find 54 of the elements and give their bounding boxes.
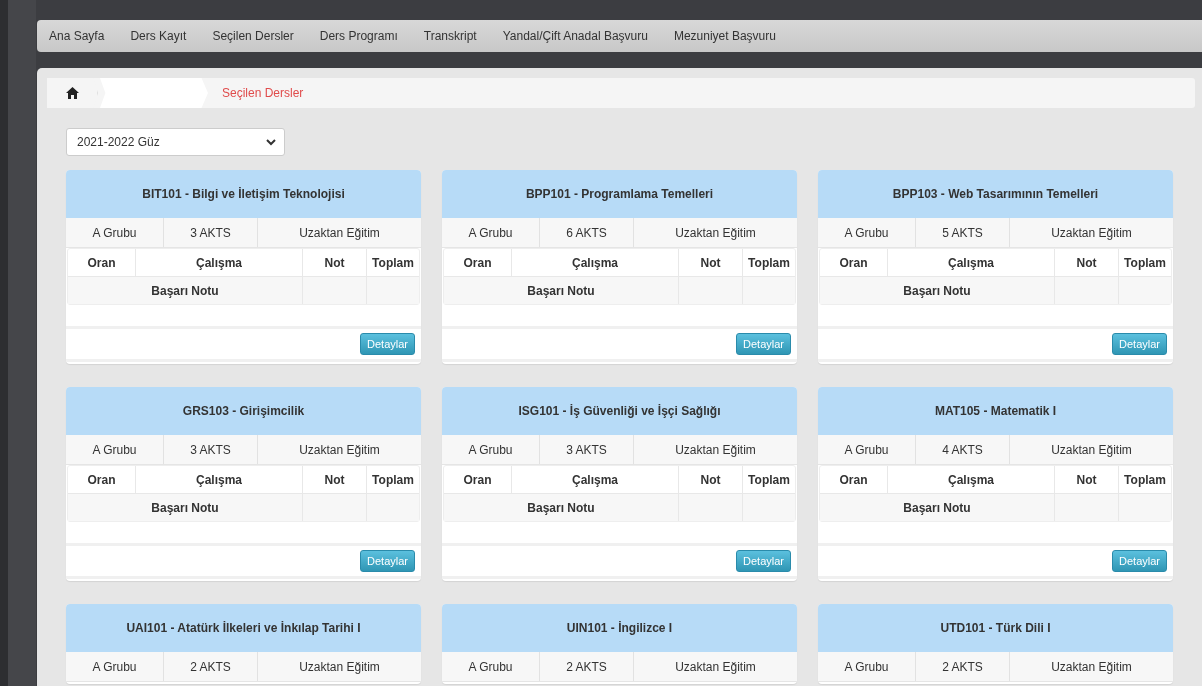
breadcrumb-current: Seçilen Dersler [222,86,304,100]
nav-link[interactable]: Seçilen Dersler [199,29,307,43]
nav-link[interactable]: Transkript [410,29,490,43]
summary-label: Başarı Notu [820,277,1055,304]
credits-cell: 2 AKTS [164,652,258,681]
course-title: GRS103 - Girişimcilik [66,387,421,435]
course-title: UAI101 - Atatürk İlkeleri ve İnkılap Tarihi I [66,604,421,652]
credits-cell: 2 AKTS [540,652,634,681]
nav-link[interactable]: Ders Programı [306,29,411,43]
group-cell: A Grubu [818,652,916,681]
summary-label: Başarı Notu [68,494,303,521]
summary-label: Başarı Notu [444,494,679,521]
course-title: BIT101 - Bilgi ve İletişim Teknolojisi [66,170,421,218]
credits-cell: 2 AKTS [916,652,1010,681]
nav-link[interactable]: Ders Kayıt [117,29,200,43]
credits-cell: 3 AKTS [540,435,634,464]
credits-cell: 3 AKTS [164,435,258,464]
mode-cell-text: Uzaktan Eğitim [298,658,381,676]
group-cell: A Grubu [442,652,540,681]
chevron-down-icon [266,138,276,146]
summary-label: Başarı Notu [444,277,679,304]
course-title: UIN101 - İngilizce I [442,604,797,652]
credits-cell: 6 AKTS [540,218,634,247]
group-cell: A Grubu [66,435,164,464]
mode-cell-text: Uzaktan Eğitim [674,224,757,242]
group-cell: A Grubu [818,435,916,464]
nav-link[interactable]: Yandal/Çift Anadal Başvuru [489,29,661,43]
credits-cell: 4 AKTS [916,435,1010,464]
mode-cell-text: Uzaktan Eğitim [298,224,381,242]
group-cell: A Grubu [66,218,164,247]
mode-cell-text: Uzaktan Eğitim [1050,224,1133,242]
credits-cell: 5 AKTS [916,218,1010,247]
home-icon [65,87,79,99]
nav-link[interactable]: Mezuniyet Başvuru [660,29,789,43]
course-title: ISG101 - İş Güvenliği ve İşçi Sağlığı [442,387,797,435]
course-title: BPP101 - Programlama Temelleri [442,170,797,218]
group-cell: A Grubu [818,218,916,247]
credits-cell: 3 AKTS [164,218,258,247]
summary-label: Başarı Notu [820,494,1055,521]
mode-cell-text: Uzaktan Eğitim [674,658,757,676]
course-title: MAT105 - Matematik I [818,387,1173,435]
mode-cell-text: Uzaktan Eğitim [674,441,757,459]
summary-label: Başarı Notu [68,277,303,304]
home-link[interactable] [47,78,98,108]
mode-cell-text: Uzaktan Eğitim [1050,441,1133,459]
group-cell: A Grubu [66,652,164,681]
mode-cell-text: Uzaktan Eğitim [1050,658,1133,676]
nav-link[interactable]: Ana Sayfa [49,29,118,43]
course-title: BPP103 - Web Tasarımının Temelleri [818,170,1173,218]
group-cell: A Grubu [442,435,540,464]
group-cell: A Grubu [442,218,540,247]
mode-cell-text: Uzaktan Eğitim [298,441,381,459]
course-title: UTD101 - Türk Dili I [818,604,1173,652]
term-select[interactable]: 2021-2022 Güz [66,128,285,156]
